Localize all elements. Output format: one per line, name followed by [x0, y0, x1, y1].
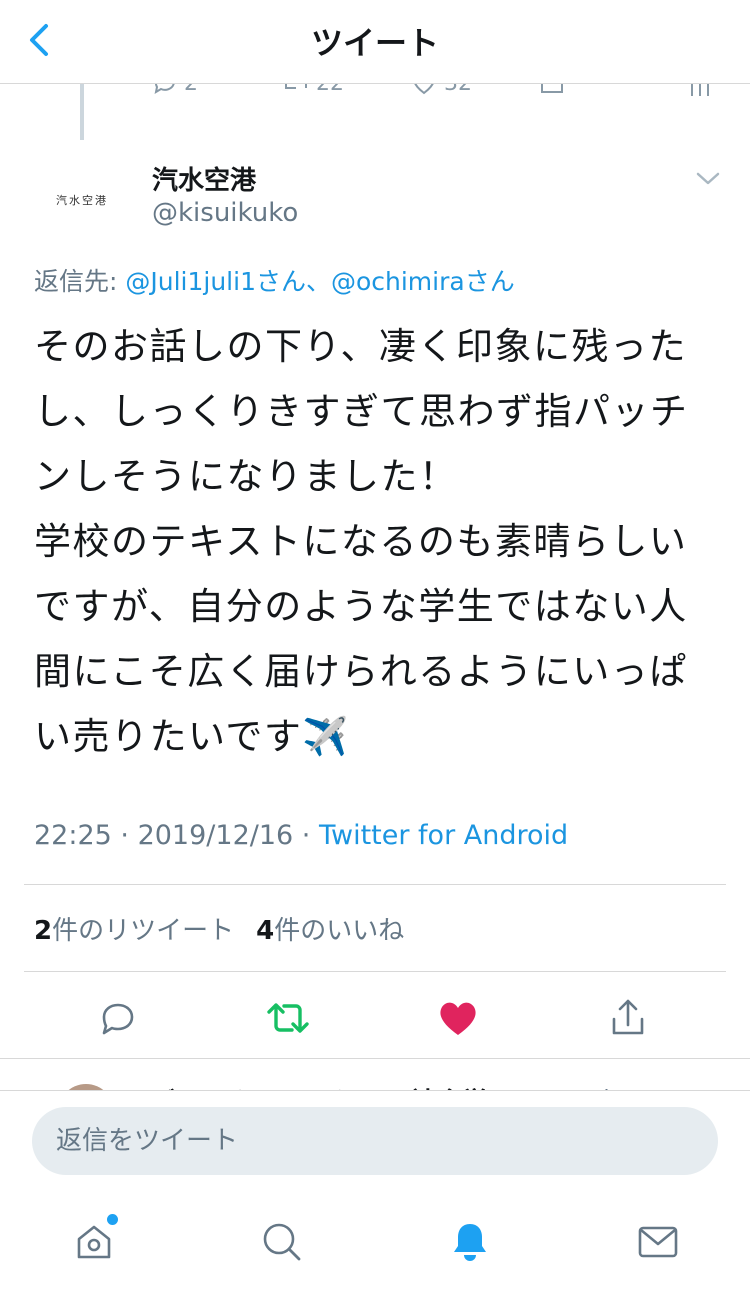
home-icon: [77, 1225, 111, 1259]
reply-input[interactable]: [32, 1107, 718, 1175]
tab-notifications[interactable]: [446, 1218, 494, 1266]
search-icon: [263, 1223, 301, 1261]
messages-icon: [638, 1226, 678, 1258]
heart-filled-icon: [440, 1002, 476, 1035]
author-display-name[interactable]: 汽水空港: [152, 160, 256, 197]
like-count-link[interactable]: 4件のいいね: [256, 910, 404, 947]
retweet-button[interactable]: [260, 990, 316, 1046]
notifications-icon: [454, 1224, 486, 1261]
tweet-client-link[interactable]: Twitter for Android: [319, 820, 568, 851]
avatar-logo-text: 汽水空港: [56, 194, 108, 207]
share-button[interactable]: [600, 990, 656, 1046]
page-title: ツイート: [310, 24, 439, 62]
tweet-text: そのお話しの下り、凄く印象に残ったし、しっくりきすぎて思わず指パッチンしそうにな…: [34, 325, 689, 758]
like-count: 4: [256, 916, 275, 946]
thread-connector-line: [80, 84, 84, 140]
chevron-down-icon[interactable]: [694, 168, 722, 188]
share-icon: [612, 999, 644, 1035]
avatar[interactable]: 汽水空港: [32, 150, 132, 250]
reply-to-line: 返信先: @Juli1juli1さん、@ochimiraさん: [34, 262, 515, 298]
tab-messages[interactable]: [634, 1218, 682, 1266]
tab-search[interactable]: [258, 1218, 306, 1266]
engagement-counts: 2件のリツイート 4件のいいね: [34, 910, 404, 947]
tweet-time: 22:25: [34, 820, 112, 851]
retweet-count: 2: [34, 916, 53, 946]
tweet-date: 2019/12/16: [137, 820, 294, 851]
compose-reply-bar: [0, 1090, 750, 1200]
tab-home[interactable]: [70, 1214, 118, 1266]
like-count-label: 件のいいね: [274, 916, 405, 946]
retweet-icon: [267, 1003, 309, 1033]
reply-to-prefix: 返信先:: [34, 267, 126, 296]
divider: [0, 1058, 750, 1059]
retweet-count-link[interactable]: 2件のリツイート: [34, 910, 234, 947]
tweet-meta: 22:25 · 2019/12/16 · Twitter for Android: [34, 820, 569, 851]
author-handle[interactable]: @kisuikuko: [152, 198, 298, 228]
bottom-tab-bar: [0, 1200, 750, 1289]
tweet-action-bar: [0, 990, 750, 1046]
reply-icon: [102, 1003, 134, 1035]
reply-mentions[interactable]: @Juli1juli1さん、@ochimiraさん: [125, 267, 514, 296]
new-content-dot: [107, 1214, 118, 1225]
retweet-count-label: 件のリツイート: [52, 916, 235, 946]
reply-button[interactable]: [90, 990, 146, 1046]
like-button[interactable]: [430, 990, 486, 1046]
divider: [24, 884, 726, 885]
divider: [24, 971, 726, 972]
top-nav-bar: ツイート: [0, 0, 750, 84]
